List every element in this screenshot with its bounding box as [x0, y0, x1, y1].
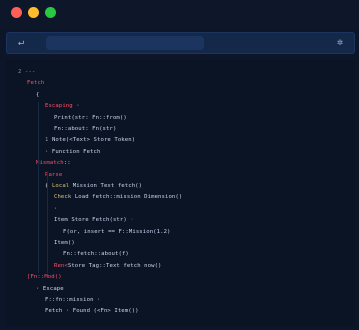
code-token: Mismatch — [36, 160, 64, 167]
code-line: Check Load fetch::mission Dimension() — [54, 193, 182, 202]
code-line: Mismatch:: — [36, 159, 71, 168]
code-token: :: — [63, 160, 71, 167]
code-line: { Local Mission Text fetch() — [45, 182, 142, 191]
code-line: Ren<Store Tag::Text fetch now() — [54, 262, 162, 271]
code-line: Fetch · Found (<Fn> Item()) — [45, 307, 139, 316]
code-line: Fetch — [27, 79, 44, 88]
code-token: · — [72, 103, 80, 110]
code-token: Item Store Fetch(str) — [54, 217, 127, 224]
code-token: Fetch · Found (<Fn> Item()) — [45, 308, 139, 315]
code-token: Store Tag::Text fetch now() — [67, 262, 162, 269]
close-button[interactable] — [11, 7, 22, 18]
zoom-button[interactable] — [45, 7, 56, 18]
code-token: 2 --- — [18, 69, 36, 75]
code-line: 1 Note(<Text> Store Token) — [45, 136, 135, 145]
code-token: Check — [54, 194, 75, 201]
code-token: Item() — [54, 240, 75, 246]
title-bar — [0, 0, 359, 28]
code-line: 2 --- — [18, 68, 35, 77]
code-token: Fn::about: Fn(str) — [54, 126, 117, 132]
address-bar[interactable] — [46, 36, 204, 50]
code-token: · — [54, 205, 58, 212]
code-line: F::fn::mission · — [45, 296, 100, 305]
code-token: [Fn::Mod() — [27, 274, 62, 281]
code-token: · Function Fetch — [45, 148, 101, 155]
code-token: F::fn::mission · — [45, 297, 101, 303]
gear-icon[interactable]: ✲ — [333, 36, 347, 50]
code-line: [Fn::Mod() — [27, 273, 62, 282]
code-editor[interactable]: 2 --- Fetch{Escaping · Print(str: Fn::from… — [6, 60, 355, 326]
code-line: · Escape — [36, 285, 64, 294]
code-token: Mission Text fetch() — [69, 183, 143, 189]
minimize-button[interactable] — [28, 7, 39, 18]
code-token: Local — [51, 183, 70, 189]
indent-guide — [38, 102, 39, 274]
code-line: Escaping · — [45, 102, 80, 111]
code-token: Escaping — [45, 103, 73, 110]
code-token: Print(str: Fn::from() — [54, 114, 127, 121]
indent-guide — [47, 170, 48, 274]
code-line: Fn::fetch::about(f) — [63, 250, 129, 259]
code-line: · — [54, 205, 57, 214]
toolbar: ↵ ✲ — [6, 32, 355, 54]
code-line: F(or, insert == F::Mission(1.2) — [63, 228, 171, 237]
code-line: Print(str: Fn::from() — [54, 114, 127, 123]
code-line: · Function Fetch — [45, 148, 100, 157]
code-token: { — [36, 91, 40, 98]
code-line: Fn::about: Fn(str) — [54, 125, 116, 134]
code-token: Load fetch::mission Dimension() — [74, 194, 183, 201]
code-token: Fn::fetch::about(f) — [63, 251, 129, 258]
app-window: ↵ ✲ 2 --- Fetch{Escaping · Print(str: Fn::… — [0, 0, 359, 330]
code-token: Note(<Text> Store Token) — [51, 137, 136, 144]
code-token: · Escape — [36, 285, 64, 292]
code-token: F(or, insert == F::Mission(1.2) — [63, 228, 171, 235]
code-token: Fetch — [27, 80, 45, 87]
back-arrow-icon[interactable]: ↵ — [14, 36, 28, 50]
code-token: · — [126, 217, 134, 224]
code-token: Ren< — [54, 262, 68, 269]
code-token: 1 — [45, 137, 52, 144]
code-line: { — [36, 91, 39, 100]
code-line: Item Store Fetch(str) · — [54, 216, 134, 225]
code-line: Item() — [54, 239, 75, 248]
